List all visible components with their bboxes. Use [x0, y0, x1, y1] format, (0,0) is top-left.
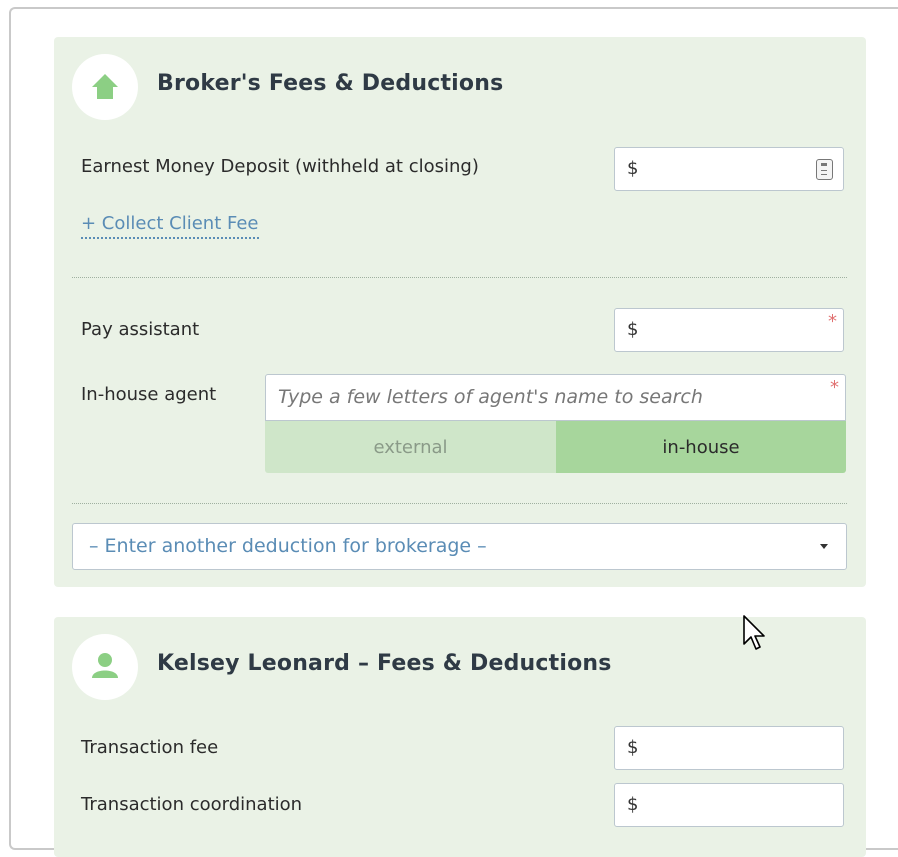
- user-icon: [92, 653, 118, 678]
- currency-symbol: $: [627, 319, 639, 340]
- broker-icon-badge: [72, 54, 138, 120]
- section-divider: [72, 277, 847, 278]
- deduction-select-value: – Enter another deduction for brokerage …: [89, 535, 487, 557]
- required-marker: *: [830, 377, 839, 398]
- agent-section-title: Kelsey Leonard – Fees & Deductions: [157, 651, 612, 676]
- required-marker: *: [828, 311, 837, 332]
- transaction-coordination-label: Transaction coordination: [81, 794, 303, 815]
- transaction-coordination-input[interactable]: $: [614, 783, 844, 827]
- currency-symbol: $: [627, 158, 639, 179]
- agent-type-toggle: external in-house: [265, 421, 846, 473]
- toggle-in-house[interactable]: in-house: [556, 421, 846, 473]
- currency-symbol: $: [627, 737, 639, 758]
- home-icon: [92, 74, 118, 99]
- pay-assistant-label: Pay assistant: [81, 319, 200, 340]
- earnest-money-input[interactable]: $: [614, 147, 844, 191]
- collect-client-fee-link[interactable]: + Collect Client Fee: [81, 213, 259, 239]
- mouse-cursor-icon: [743, 615, 765, 650]
- broker-fees-panel: Broker's Fees & Deductions Earnest Money…: [54, 37, 866, 587]
- transaction-fee-input[interactable]: $: [614, 726, 844, 770]
- chevron-down-icon: [820, 544, 828, 549]
- section-divider: [72, 503, 847, 504]
- calculator-icon[interactable]: [816, 159, 833, 180]
- earnest-money-label: Earnest Money Deposit (withheld at closi…: [81, 156, 479, 177]
- in-house-agent-label: In-house agent: [81, 384, 217, 405]
- brokerage-deduction-select[interactable]: – Enter another deduction for brokerage …: [72, 523, 847, 570]
- agent-search-placeholder: Type a few letters of agent's name to se…: [278, 386, 703, 408]
- broker-section-title: Broker's Fees & Deductions: [157, 71, 504, 96]
- agent-search-input[interactable]: Type a few letters of agent's name to se…: [265, 374, 846, 421]
- agent-icon-badge: [72, 634, 138, 700]
- transaction-fee-label: Transaction fee: [81, 737, 219, 758]
- pay-assistant-input[interactable]: $ *: [614, 308, 844, 352]
- currency-symbol: $: [627, 794, 639, 815]
- toggle-external[interactable]: external: [265, 421, 556, 473]
